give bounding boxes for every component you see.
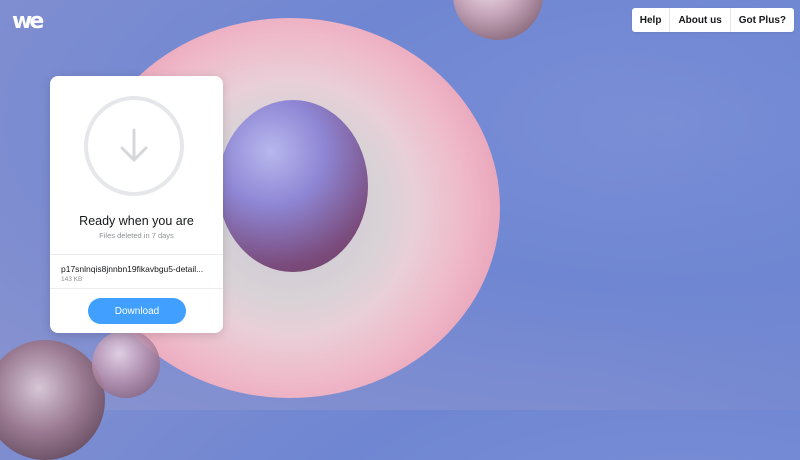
download-card: Ready when you are Files deleted in 7 da… [50, 76, 223, 333]
background-sphere-small [92, 330, 160, 398]
top-nav: Help About us Got Plus? [631, 8, 794, 32]
nav-help-link[interactable]: Help [632, 8, 670, 32]
download-button[interactable]: Download [88, 298, 186, 324]
divider-bottom [50, 288, 223, 289]
download-arrow-glyph [120, 128, 148, 162]
card-subtitle: Files deleted in 7 days [99, 231, 174, 240]
nav-plus-link[interactable]: Got Plus? [729, 8, 794, 32]
background-sphere-bottom-left [0, 340, 105, 460]
background-haze [600, 0, 800, 410]
download-arrow-icon [84, 96, 184, 196]
file-name: p17snlnqis8jnnbn19fikavbgu5-detail... [61, 264, 204, 274]
card-title: Ready when you are [79, 214, 194, 228]
nav-about-link[interactable]: About us [669, 8, 729, 32]
divider-top [50, 254, 223, 255]
background-sphere-top [453, 0, 543, 40]
file-size: 143 KB [61, 276, 83, 283]
background-ring-hole [218, 100, 368, 272]
wetransfer-logo[interactable]: we [12, 9, 44, 34]
